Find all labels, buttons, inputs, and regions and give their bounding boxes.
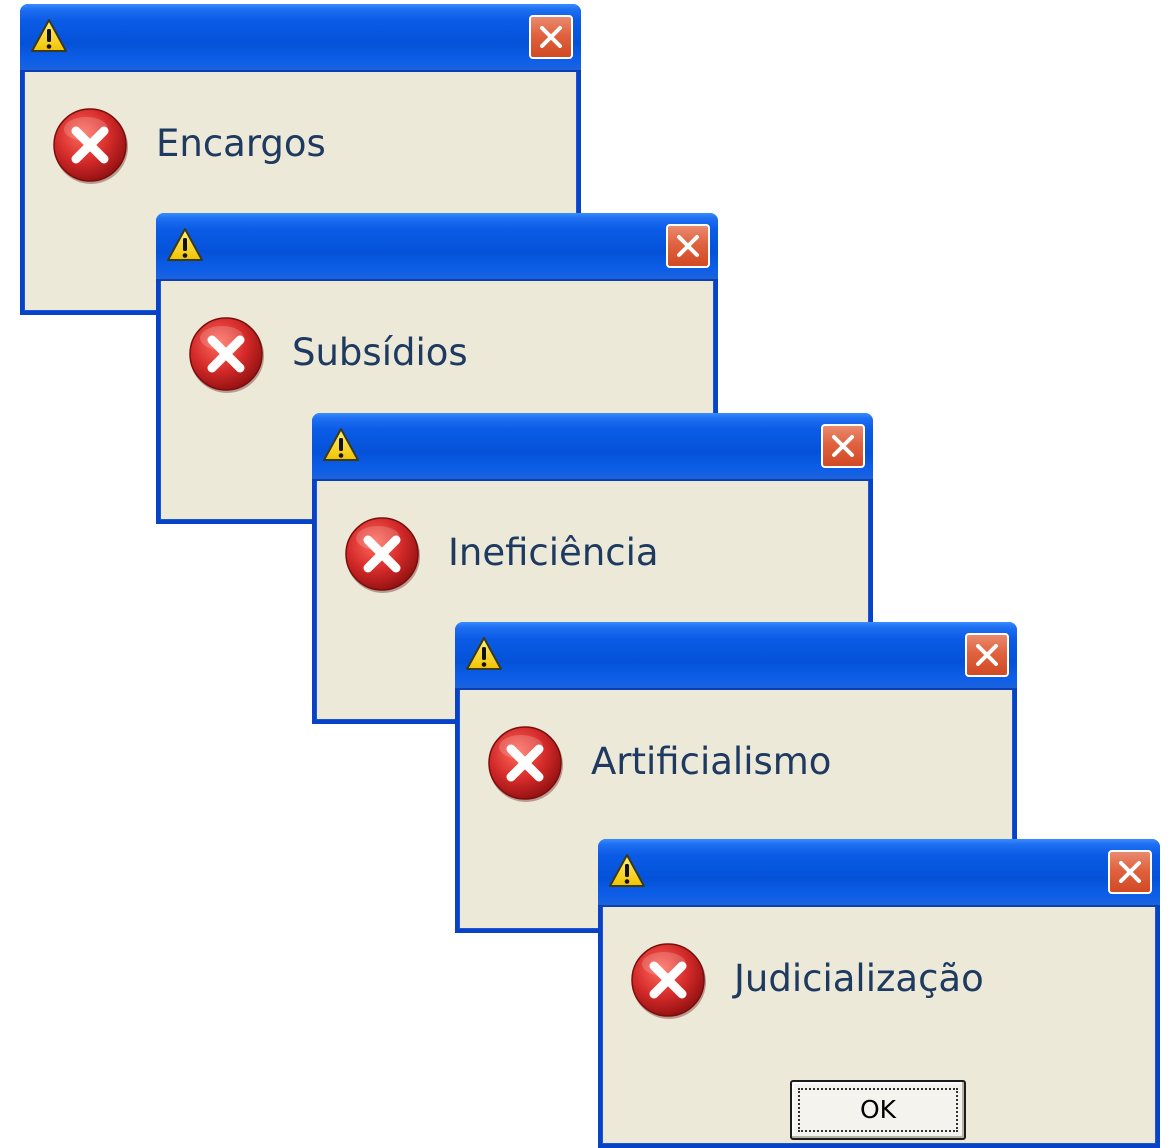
warning-icon <box>30 18 68 54</box>
error-message: Subsídios <box>292 331 468 374</box>
close-button[interactable] <box>965 633 1009 677</box>
error-icon <box>630 942 708 1020</box>
error-icon <box>344 516 422 594</box>
error-icon <box>487 725 565 803</box>
error-icon <box>52 107 130 185</box>
error-message: Artificialismo <box>591 740 832 783</box>
close-button[interactable] <box>666 224 710 268</box>
warning-icon <box>166 227 204 263</box>
titlebar[interactable] <box>455 622 1017 690</box>
warning-icon <box>608 853 646 889</box>
warning-icon <box>322 427 360 463</box>
error-message: Encargos <box>156 122 326 165</box>
warning-icon <box>465 636 503 672</box>
close-icon <box>1119 861 1141 883</box>
error-icon <box>188 316 266 394</box>
close-button[interactable] <box>529 15 573 59</box>
close-icon <box>677 235 699 257</box>
close-icon <box>832 435 854 457</box>
close-button[interactable] <box>1108 850 1152 894</box>
error-dialog-judicializacao: Judicialização OK <box>598 839 1160 1148</box>
dialog-stack: Encargos Subsídios Ineficiência Artifici… <box>0 0 1171 1148</box>
error-message: Ineficiência <box>448 531 659 574</box>
titlebar[interactable] <box>598 839 1160 907</box>
titlebar[interactable] <box>156 213 718 281</box>
close-icon <box>976 644 998 666</box>
ok-button-label: OK <box>798 1088 958 1132</box>
titlebar[interactable] <box>20 4 581 72</box>
close-icon <box>540 26 562 48</box>
titlebar[interactable] <box>312 413 873 481</box>
close-button[interactable] <box>821 424 865 468</box>
error-message: Judicialização <box>734 957 984 1000</box>
ok-button[interactable]: OK <box>790 1080 966 1140</box>
